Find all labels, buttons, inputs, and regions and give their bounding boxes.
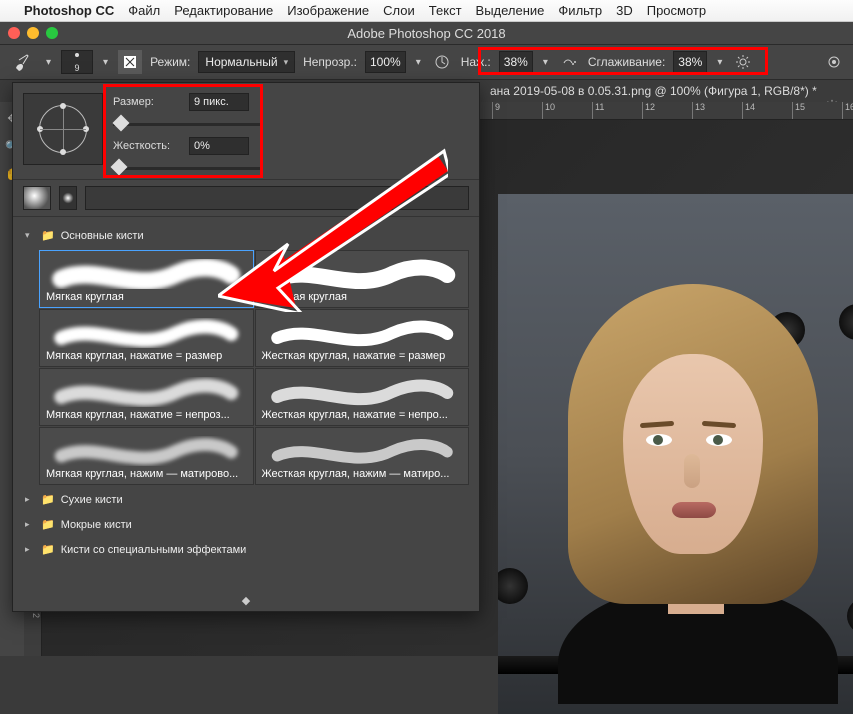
hardness-label: Жесткость:	[113, 140, 183, 152]
resize-grip-icon[interactable]: ◆	[13, 594, 479, 607]
folder-label: Основные кисти	[61, 230, 144, 242]
flow-label: Наж.:	[461, 55, 491, 69]
brush-soft-matte[interactable]: Мягкая круглая, нажим — матирово...	[39, 427, 254, 485]
menu-filter[interactable]: Фильтр	[558, 3, 602, 18]
brush-hard-round[interactable]: Жесткая круглая	[255, 250, 470, 308]
size-slider[interactable]	[113, 117, 263, 131]
zoom-button[interactable]	[46, 27, 58, 39]
brush-preset-thumb[interactable]: 9	[61, 50, 93, 74]
brush-sample-hard-icon[interactable]	[59, 186, 77, 210]
folder-icon: 📁	[41, 518, 55, 531]
folder-icon: 📁	[41, 229, 55, 242]
brush-stroke-preview	[85, 186, 469, 210]
menu-file[interactable]: Файл	[128, 3, 160, 18]
canvas-image	[498, 194, 853, 714]
opacity-label: Непрозр.:	[303, 55, 357, 69]
tool-dropdown-icon[interactable]: ▾	[44, 57, 53, 68]
brush-label: Мягкая круглая, нажатие = размер	[46, 350, 247, 362]
chevron-down-icon: ▾	[284, 57, 289, 68]
hardness-slider[interactable]	[113, 161, 263, 175]
folder-dry[interactable]: ▸ 📁 Сухие кисти	[17, 487, 475, 512]
pressure-size-icon[interactable]	[823, 51, 845, 73]
menu-edit[interactable]: Редактирование	[174, 3, 273, 18]
mode-label: Режим:	[150, 55, 190, 69]
brush-label: Мягкая круглая, нажатие = непроз...	[46, 409, 247, 421]
folder-fx[interactable]: ▸ 📁 Кисти со специальными эффектами	[17, 537, 475, 562]
flow-dropdown-icon[interactable]: ▾	[541, 57, 550, 68]
brush-soft-size[interactable]: Мягкая круглая, нажатие = размер	[39, 309, 254, 367]
folder-label: Кисти со специальными эффектами	[61, 544, 247, 556]
window-title: Adobe Photoshop CC 2018	[0, 26, 853, 41]
menu-3d[interactable]: 3D	[616, 3, 633, 18]
flow-input[interactable]: 38%	[499, 51, 533, 73]
size-label: Размер:	[113, 96, 183, 108]
folder-main[interactable]: ▾ 📁 Основные кисти	[17, 223, 475, 248]
menu-layers[interactable]: Слои	[383, 3, 415, 18]
brush-soft-opacity[interactable]: Мягкая круглая, нажатие = непроз...	[39, 368, 254, 426]
brush-tip-preview[interactable]	[23, 93, 103, 165]
brush-hard-opacity[interactable]: Жесткая круглая, нажатие = непро...	[255, 368, 470, 426]
hardness-input[interactable]: 0%	[189, 137, 249, 155]
brush-label: Мягкая круглая	[46, 291, 247, 303]
window-controls	[8, 27, 58, 39]
macos-menubar: Photoshop CC Файл Редактирование Изображ…	[0, 0, 853, 22]
pressure-opacity-icon[interactable]	[431, 51, 453, 73]
close-button[interactable]	[8, 27, 20, 39]
brush-panel-toggle-icon[interactable]	[118, 50, 142, 74]
app-name[interactable]: Photoshop CC	[24, 3, 114, 18]
blend-mode-value: Нормальный	[205, 55, 277, 69]
smoothing-label: Сглаживание:	[588, 55, 665, 69]
brush-tool-icon[interactable]	[8, 48, 36, 76]
folder-wet[interactable]: ▸ 📁 Мокрые кисти	[17, 512, 475, 537]
disclosure-right-icon: ▸	[25, 494, 35, 505]
smoothing-dropdown-icon[interactable]: ▾	[715, 57, 724, 68]
brush-hard-matte[interactable]: Жесткая круглая, нажим — матиро...	[255, 427, 470, 485]
menu-select[interactable]: Выделение	[476, 3, 545, 18]
menu-image[interactable]: Изображение	[287, 3, 369, 18]
brush-label: Жесткая круглая, нажатие = непро...	[262, 409, 463, 421]
folder-label: Сухие кисти	[61, 494, 123, 506]
menu-text[interactable]: Текст	[429, 3, 462, 18]
brush-hard-size[interactable]: Жесткая круглая, нажатие = размер	[255, 309, 470, 367]
folder-label: Мокрые кисти	[61, 519, 132, 531]
menu-view[interactable]: Просмотр	[647, 3, 706, 18]
disclosure-right-icon: ▸	[25, 519, 35, 530]
disclosure-right-icon: ▸	[25, 544, 35, 555]
opacity-input[interactable]: 100%	[365, 51, 406, 73]
blend-mode-select[interactable]: Нормальный ▾	[198, 51, 295, 73]
disclosure-down-icon: ▾	[25, 230, 35, 241]
folder-icon: 📁	[41, 493, 55, 506]
brush-size-badge: 9	[75, 63, 80, 73]
airbrush-icon[interactable]	[558, 51, 580, 73]
tool-options-bar: ▾ 9 ▾ Режим: Нормальный ▾ Непрозр.: 100%…	[0, 44, 853, 80]
brush-soft-round[interactable]: Мягкая круглая	[39, 250, 254, 308]
brush-label: Жесткая круглая, нажим — матиро...	[262, 468, 463, 480]
opacity-dropdown-icon[interactable]: ▾	[414, 57, 423, 68]
smoothing-settings-icon[interactable]	[732, 51, 754, 73]
brush-preset-panel: Размер: 9 пикс. Жесткость: 0% ▾ 📁 Основн…	[12, 82, 480, 612]
brush-label: Мягкая круглая, нажим — матирово...	[46, 468, 247, 480]
document-tab[interactable]: ана 2019-05-08 в 0.05.31.png @ 100% (Фиг…	[490, 84, 817, 98]
size-input[interactable]: 9 пикс.	[189, 93, 249, 111]
window-titlebar: Adobe Photoshop CC 2018	[0, 22, 853, 44]
preset-dropdown-icon[interactable]: ▾	[101, 57, 110, 68]
brush-sample-soft-icon[interactable]	[23, 186, 51, 210]
minimize-button[interactable]	[27, 27, 39, 39]
smoothing-input[interactable]: 38%	[673, 51, 707, 73]
brush-label: Жесткая круглая	[262, 291, 463, 303]
brush-label: Жесткая круглая, нажатие = размер	[262, 350, 463, 362]
folder-icon: 📁	[41, 543, 55, 556]
